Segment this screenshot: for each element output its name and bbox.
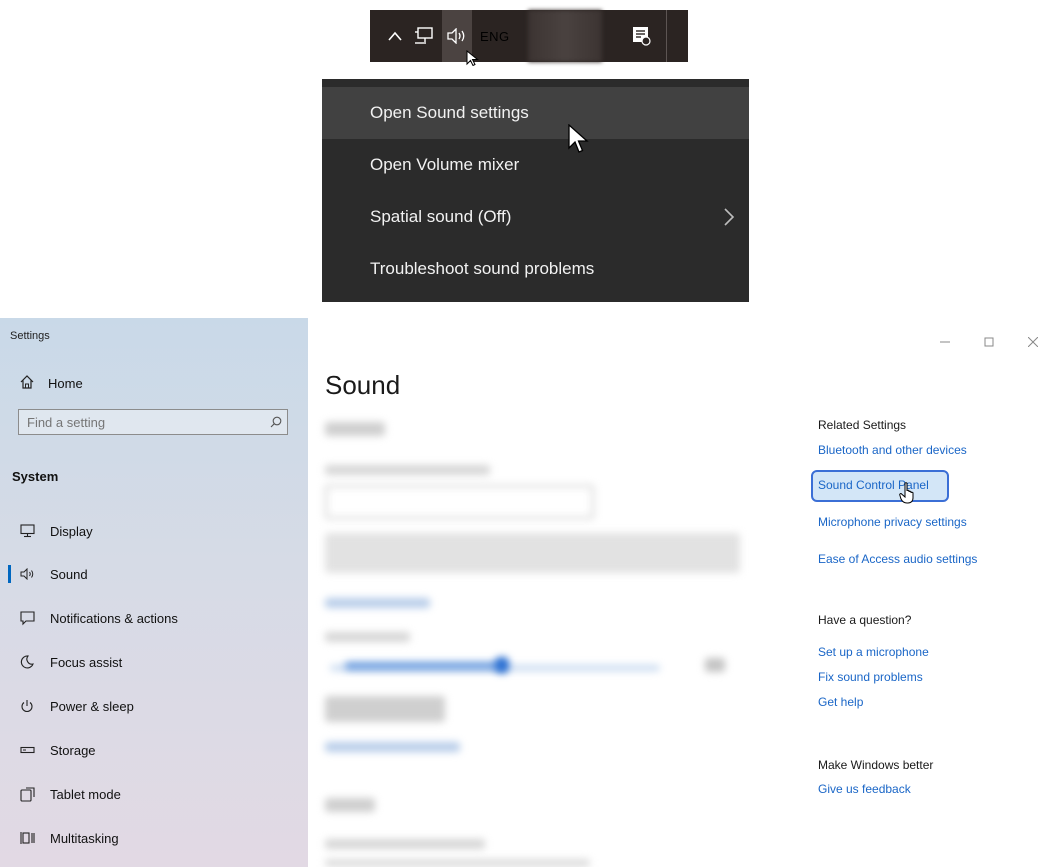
notifications-icon — [20, 610, 50, 626]
device-properties-link[interactable] — [325, 598, 430, 608]
sidebar-item-label: Multitasking — [50, 830, 119, 846]
tablet-icon — [20, 786, 50, 802]
minimize-button[interactable] — [923, 328, 967, 356]
sidebar-item-label: Power & sleep — [50, 698, 134, 714]
troubleshoot-button[interactable] — [325, 696, 445, 722]
hand-cursor-icon — [899, 482, 914, 504]
nav-home-label: Home — [48, 376, 83, 391]
chevron-right-icon — [724, 208, 735, 226]
sidebar-item-focus-assist[interactable]: Focus assist — [0, 644, 308, 680]
sidebar-item-label: Notifications & actions — [50, 610, 178, 626]
sidebar-item-sound[interactable]: Sound — [0, 556, 308, 592]
get-help-link[interactable]: Get help — [818, 695, 863, 709]
power-icon — [20, 699, 50, 713]
home-icon — [20, 375, 48, 392]
nav-home[interactable]: Home — [20, 375, 83, 392]
menu-item-spatial-sound[interactable]: Spatial sound (Off) — [322, 191, 749, 243]
clock-area[interactable] — [527, 10, 602, 62]
sidebar-item-label: Sound — [50, 566, 88, 582]
sound-icon — [20, 568, 50, 580]
sidebar-item-storage[interactable]: Storage — [0, 732, 308, 768]
settings-sidebar: Settings Home System Display Sound Notif… — [0, 318, 308, 867]
fix-sound-problems-link[interactable]: Fix sound problems — [818, 670, 923, 684]
output-heading — [325, 422, 385, 436]
sidebar-item-power-sleep[interactable]: Power & sleep — [0, 688, 308, 724]
maximize-button[interactable] — [967, 328, 1011, 356]
sidebar-item-label: Display — [50, 523, 93, 539]
search-input[interactable] — [19, 413, 265, 431]
taskbar-separator — [665, 10, 667, 62]
search-icon — [265, 416, 287, 428]
focus-assist-icon — [20, 655, 50, 669]
section-heading: System — [12, 469, 59, 484]
display-icon — [20, 524, 50, 538]
sidebar-item-notifications[interactable]: Notifications & actions — [0, 600, 308, 636]
sidebar-item-label: Tablet mode — [50, 786, 121, 802]
cursor-icon — [568, 124, 589, 153]
language-indicator[interactable]: ENG — [480, 29, 510, 44]
bluetooth-devices-link[interactable]: Bluetooth and other devices — [818, 443, 967, 457]
master-volume-label — [325, 632, 410, 642]
input-heading — [325, 798, 375, 812]
storage-icon — [20, 746, 50, 754]
output-device-select[interactable] — [325, 485, 594, 519]
volume-slider-thumb[interactable] — [495, 657, 509, 673]
related-settings-heading: Related Settings — [818, 418, 907, 432]
menu-item-label: Open Sound settings — [370, 103, 529, 122]
settings-window: Settings Home System Display Sound Notif… — [0, 318, 1055, 867]
output-description — [325, 533, 740, 573]
input-device-label — [325, 839, 485, 849]
sidebar-item-multitasking[interactable]: Multitasking — [0, 820, 308, 856]
menu-item-label: Troubleshoot sound problems — [370, 259, 595, 278]
sidebar-item-display[interactable]: Display — [0, 513, 308, 549]
ease-of-access-audio-link[interactable]: Ease of Access audio settings — [818, 552, 977, 566]
taskbar: ENG — [370, 10, 688, 62]
sidebar-item-tablet-mode[interactable]: Tablet mode — [0, 776, 308, 812]
close-button[interactable] — [1011, 328, 1055, 356]
window-controls — [923, 328, 1055, 356]
window-title: Settings — [10, 330, 50, 342]
volume-value — [705, 658, 725, 672]
manage-devices-link[interactable] — [325, 742, 460, 752]
cursor-icon — [466, 50, 479, 66]
search-box[interactable] — [18, 409, 288, 435]
setup-microphone-link[interactable]: Set up a microphone — [818, 645, 929, 659]
menu-item-label: Spatial sound (Off) — [370, 207, 512, 226]
menu-item-label: Open Volume mixer — [370, 155, 520, 174]
menu-item-troubleshoot-sound[interactable]: Troubleshoot sound problems — [322, 243, 749, 295]
sound-context-menu: Open Sound settings Open Volume mixer Sp… — [322, 79, 749, 302]
input-device-select[interactable] — [325, 859, 590, 867]
volume-slider-fill — [345, 662, 505, 670]
multitasking-icon — [20, 831, 50, 845]
notification-icon[interactable] — [620, 10, 662, 62]
sidebar-item-label: Storage — [50, 742, 96, 758]
question-heading: Have a question? — [818, 613, 912, 627]
output-device-label — [325, 465, 490, 475]
microphone-privacy-link[interactable]: Microphone privacy settings — [818, 515, 967, 529]
feedback-heading: Make Windows better — [818, 758, 934, 772]
menu-item-open-volume-mixer[interactable]: Open Volume mixer — [322, 139, 749, 191]
menu-item-open-sound-settings[interactable]: Open Sound settings — [322, 87, 749, 139]
network-icon[interactable] — [406, 10, 442, 62]
chevron-up-icon[interactable] — [384, 10, 406, 62]
sidebar-item-label: Focus assist — [50, 654, 123, 670]
give-feedback-link[interactable]: Give us feedback — [818, 782, 911, 796]
page-title: Sound — [325, 370, 401, 400]
